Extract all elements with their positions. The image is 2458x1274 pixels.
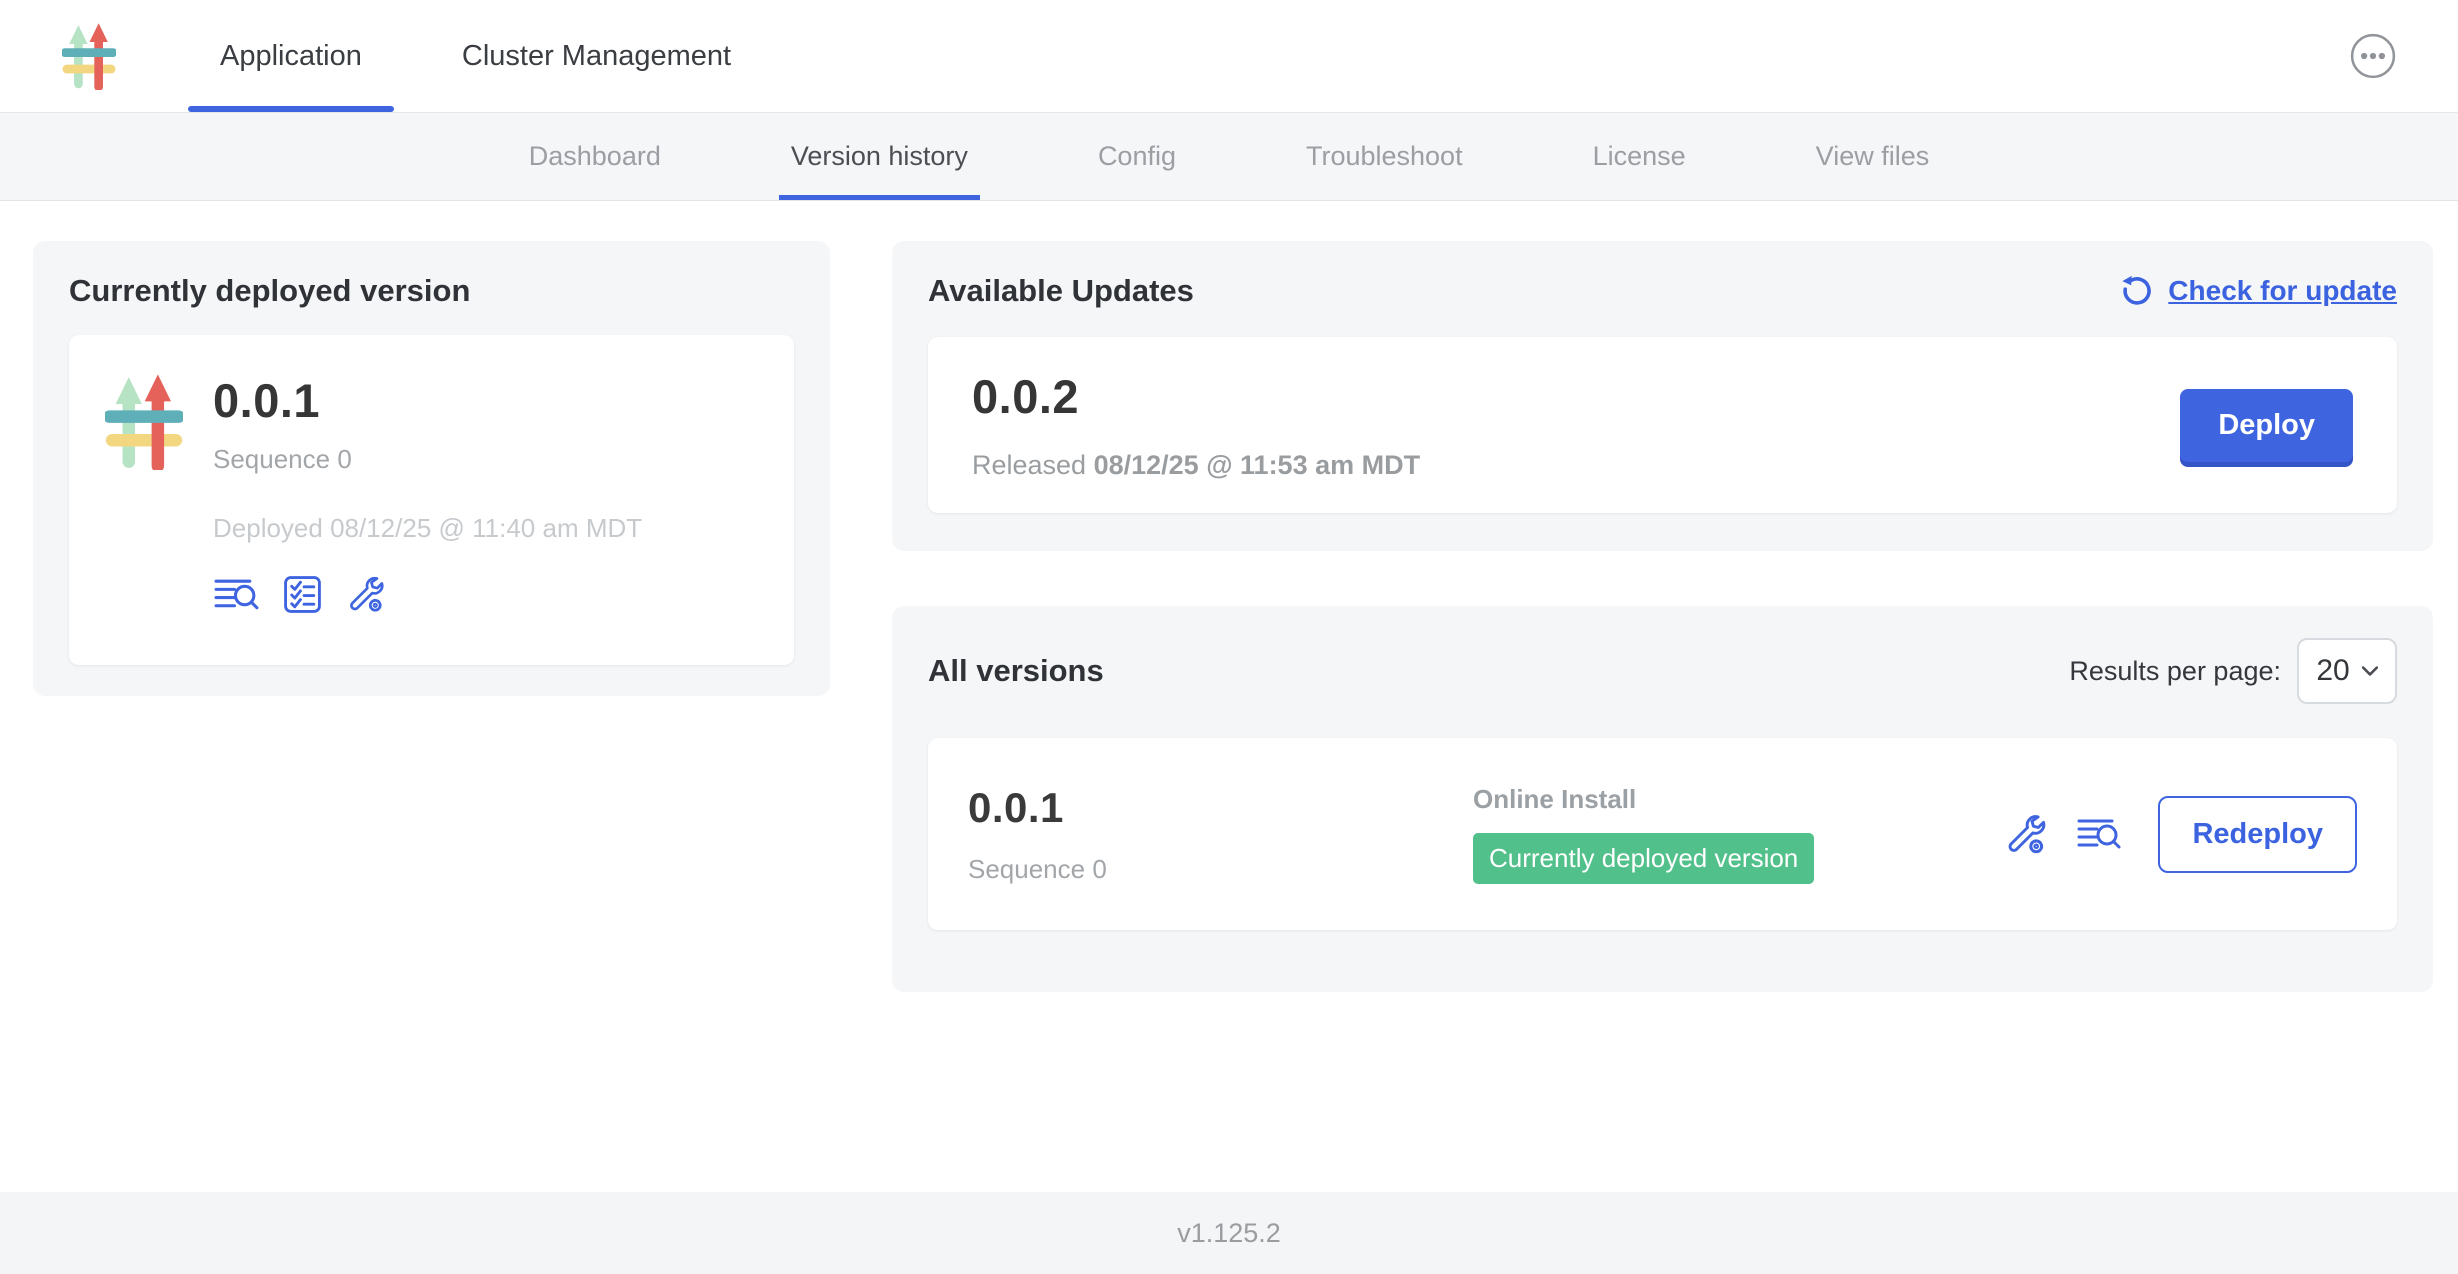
admin-console-page: Application Cluster Management Dashboard… (0, 0, 2458, 1274)
currently-deployed-panel: Currently deployed version 0.0.1 Sequenc… (33, 241, 830, 696)
available-updates-header: Available Updates Check for update (928, 273, 2397, 309)
all-versions-panel: All versions Results per page: 20 0.0. (892, 606, 2433, 992)
currently-deployed-badge: Currently deployed version (1473, 833, 1814, 884)
preflight-checklist-icon (282, 574, 323, 615)
release-notes-search-icon (2076, 816, 2122, 852)
released-prefix: Released (972, 450, 1086, 480)
app-logo-icon (105, 373, 183, 470)
current-version-deployed-at: Deployed 08/12/25 @ 11:40 am MDT (213, 513, 642, 544)
console-footer: v1.125.2 (0, 1192, 2458, 1274)
available-updates-panel: Available Updates Check for update 0.0.2… (892, 241, 2433, 551)
tab-application[interactable]: Application (188, 0, 394, 112)
current-version-info: 0.0.1 Sequence 0 Deployed 08/12/25 @ 11:… (213, 373, 642, 627)
subnav-tab-license-label: License (1593, 141, 1686, 172)
tab-application-label: Application (220, 40, 362, 73)
console-version: v1.125.2 (1177, 1218, 1281, 1249)
right-column: Available Updates Check for update 0.0.2… (892, 241, 2433, 1192)
main-content: Currently deployed version 0.0.1 Sequenc… (0, 201, 2458, 1192)
results-per-page-label: Results per page: (2069, 656, 2281, 687)
overflow-menu-button[interactable] (2350, 0, 2396, 112)
subnav-tab-view-files[interactable]: View files (1804, 113, 1942, 200)
subnav-tab-version-history-label: Version history (791, 141, 968, 172)
config-wrench-button[interactable] (345, 574, 386, 615)
update-released-line: Released 08/12/25 @ 11:53 am MDT (972, 450, 1420, 481)
deploy-button[interactable]: Deploy (2180, 389, 2353, 462)
check-for-update-link[interactable]: Check for update (2118, 273, 2397, 309)
current-version-number: 0.0.1 (213, 373, 642, 428)
released-date: 08/12/25 @ 11:53 am MDT (1094, 450, 1421, 480)
version-row-actions: Redeploy (2003, 796, 2357, 873)
release-notes-search-icon (213, 576, 260, 613)
release-notes-search-button[interactable] (2076, 816, 2122, 852)
check-for-update-label: Check for update (2168, 275, 2397, 307)
subnav-tab-version-history[interactable]: Version history (779, 113, 980, 200)
ellipsis-circle-icon (2350, 33, 2396, 79)
current-version-actions (213, 574, 642, 615)
available-update-info: 0.0.2 Released 08/12/25 @ 11:53 am MDT (972, 369, 1420, 481)
install-type-label: Online Install (1473, 784, 1636, 815)
currently-deployed-title: Currently deployed version (69, 273, 794, 309)
available-update-card: 0.0.2 Released 08/12/25 @ 11:53 am MDT D… (928, 337, 2397, 513)
results-per-page: Results per page: 20 (2069, 638, 2397, 704)
config-wrench-button[interactable] (2003, 812, 2048, 857)
config-wrench-icon (2003, 812, 2048, 857)
header-spacer (763, 0, 2350, 112)
app-subnav: Dashboard Version history Config Trouble… (0, 113, 2458, 201)
tab-cluster-management-label: Cluster Management (462, 40, 731, 73)
version-row-status-column: Online Install Currently deployed versio… (1473, 784, 2003, 884)
redeploy-button[interactable]: Redeploy (2158, 796, 2357, 873)
subnav-tab-troubleshoot[interactable]: Troubleshoot (1294, 113, 1475, 200)
tab-cluster-management[interactable]: Cluster Management (430, 0, 763, 112)
available-updates-title: Available Updates (928, 273, 1194, 309)
refresh-icon (2118, 273, 2154, 309)
version-row: 0.0.1 Sequence 0 Online Install Currentl… (928, 738, 2397, 930)
subnav-tab-config[interactable]: Config (1086, 113, 1188, 200)
current-version-sequence: Sequence 0 (213, 444, 642, 475)
currently-deployed-card: 0.0.1 Sequence 0 Deployed 08/12/25 @ 11:… (69, 335, 794, 665)
row-version-sequence: Sequence 0 (968, 854, 1473, 885)
config-wrench-icon (345, 574, 386, 615)
all-versions-header: All versions Results per page: 20 (928, 638, 2397, 704)
app-logo-icon (62, 22, 116, 90)
update-version-number: 0.0.2 (972, 369, 1420, 424)
results-per-page-value: 20 (2316, 654, 2349, 688)
subnav-tab-troubleshoot-label: Troubleshoot (1306, 141, 1463, 172)
subnav-tab-config-label: Config (1098, 141, 1176, 172)
subnav-tab-dashboard-label: Dashboard (529, 141, 661, 172)
version-row-version-column: 0.0.1 Sequence 0 (968, 784, 1473, 885)
app-header: Application Cluster Management (0, 0, 2458, 113)
app-tabs: Application Cluster Management (188, 0, 763, 112)
release-notes-search-button[interactable] (213, 576, 260, 613)
preflight-checklist-button[interactable] (282, 574, 323, 615)
row-version-number: 0.0.1 (968, 784, 1473, 832)
subnav-tab-view-files-label: View files (1816, 141, 1930, 172)
subnav-tab-license[interactable]: License (1581, 113, 1698, 200)
subnav-tab-dashboard[interactable]: Dashboard (517, 113, 673, 200)
all-versions-title: All versions (928, 653, 1104, 689)
results-per-page-select[interactable]: 20 (2297, 638, 2397, 704)
app-logo (62, 0, 116, 112)
chevron-down-icon (2362, 666, 2378, 676)
